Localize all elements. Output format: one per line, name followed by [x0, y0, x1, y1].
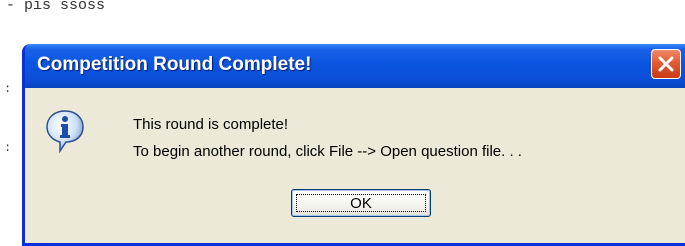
- ok-button[interactable]: OK: [291, 189, 431, 217]
- ok-button-label: OK: [296, 194, 426, 212]
- dialog-title: Competition Round Complete!: [37, 54, 312, 75]
- background-text-fragment: :: [4, 141, 12, 155]
- background-text-fragment: :: [4, 82, 12, 96]
- background-text-fragment: - pis ssoss: [6, 0, 106, 14]
- message-line-1: This round is complete!: [133, 116, 289, 133]
- info-icon: [46, 110, 84, 153]
- dialog-titlebar[interactable]: Competition Round Complete!: [25, 44, 685, 88]
- message-dialog: Competition Round Complete! This round i…: [22, 44, 685, 246]
- close-icon: [658, 56, 674, 72]
- message-line-2: To begin another round, click File --> O…: [133, 143, 522, 160]
- close-button[interactable]: [651, 49, 681, 79]
